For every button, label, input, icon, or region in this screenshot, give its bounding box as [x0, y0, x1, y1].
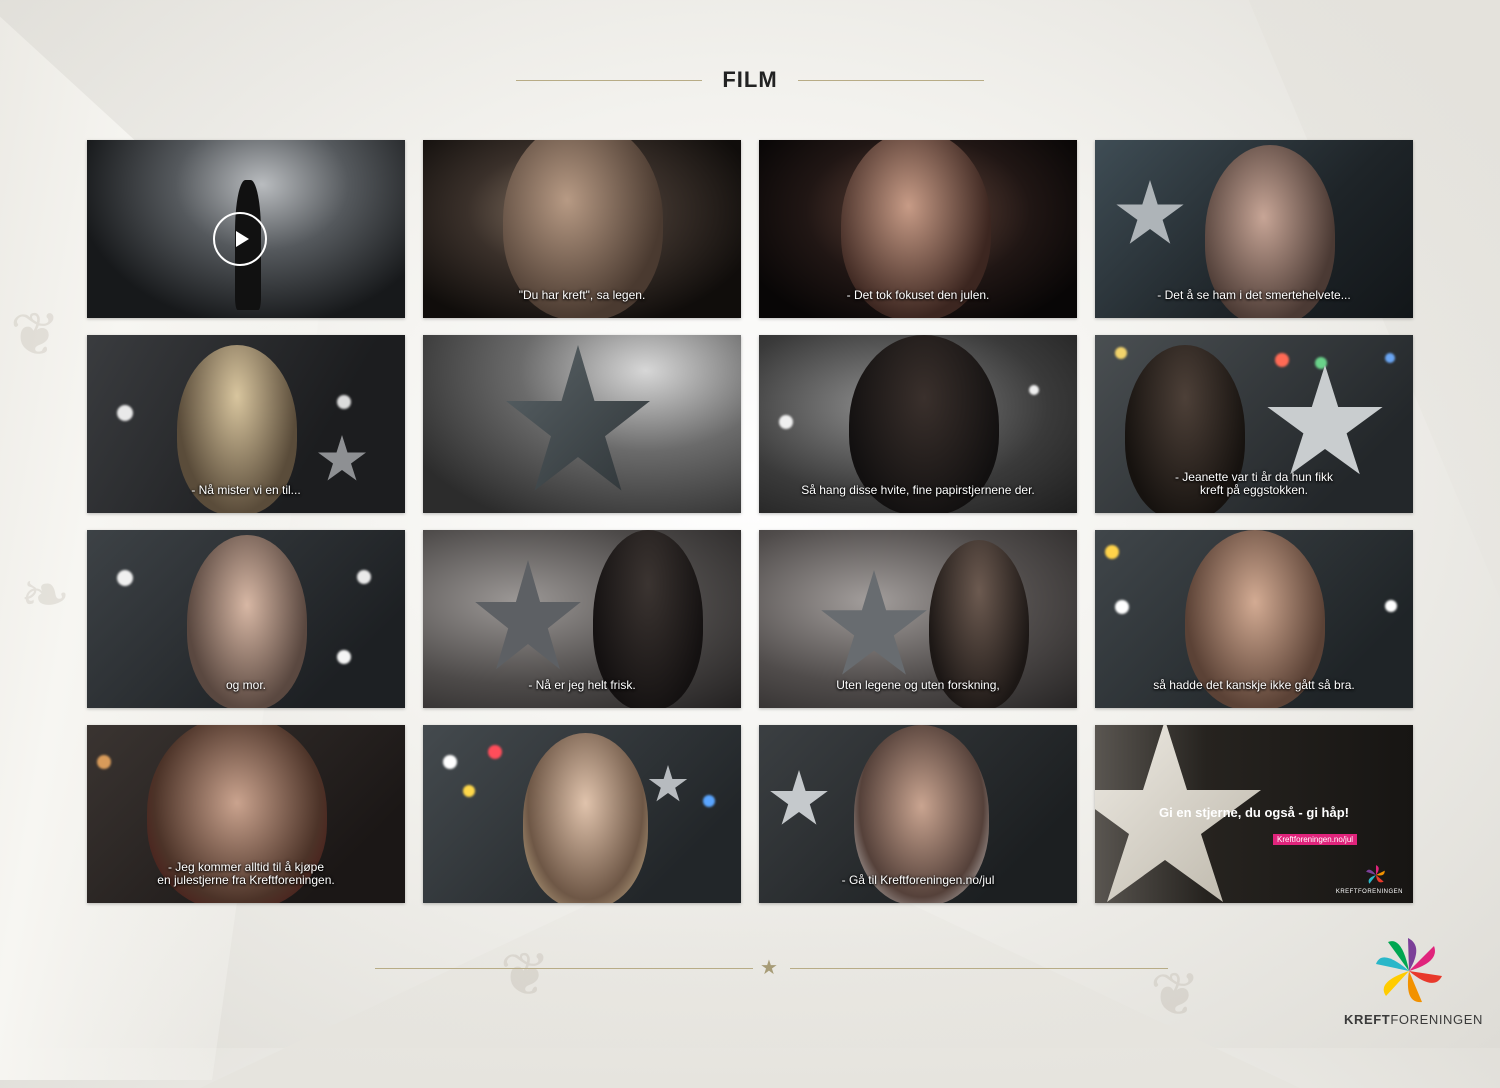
video-tile[interactable]: så hadde det kanskje ikke gått så bra. [1095, 530, 1413, 708]
bokeh-light [463, 785, 475, 797]
star-divider-icon: ★ [760, 957, 778, 979]
paper-star [318, 435, 366, 481]
video-tile[interactable]: - Det tok fokuset den julen. [759, 140, 1077, 318]
video-thumbnail [423, 725, 741, 903]
video-tile-endcard[interactable]: Gi en stjerne, du også - gi håp! Kreftfo… [1095, 725, 1413, 903]
video-tile[interactable]: "Du har kreft", sa legen. [423, 140, 741, 318]
heading-rule-left [516, 79, 703, 81]
film-grid: "Du har kreft", sa legen. - Det tok foku… [87, 140, 1414, 903]
ornament-swirl-icon: ❦ [500, 941, 551, 1008]
video-tile[interactable]: - Det å se ham i det smertehelvete... [1095, 140, 1413, 318]
endcard-url[interactable]: Kreftforeningen.no/jul [1273, 834, 1358, 845]
video-tile[interactable]: - Jeg kommer alltid til å kjøpe en jules… [87, 725, 405, 903]
video-caption: - Gå til Kreftforeningen.no/jul [841, 873, 995, 887]
video-caption: - Det å se ham i det smertehelvete... [1157, 288, 1351, 302]
video-caption: - Jeanette var ti år da hun fikk kreft p… [1174, 470, 1334, 497]
paper-star [506, 345, 650, 491]
video-tile[interactable]: - Jeanette var ti år da hun fikk kreft p… [1095, 335, 1413, 513]
paper-star [475, 560, 581, 670]
bokeh-light [703, 795, 715, 807]
bokeh-light [1029, 385, 1039, 395]
play-icon[interactable] [213, 212, 267, 266]
bokeh-light [337, 650, 351, 664]
heading-rule-right [797, 79, 984, 81]
paper-star [1116, 180, 1184, 244]
bokeh-light [1115, 347, 1127, 359]
video-thumbnail [423, 335, 741, 513]
video-caption: - Nå mister vi en til... [191, 483, 301, 497]
video-tile[interactable] [423, 725, 741, 903]
paper-star [1267, 365, 1383, 475]
face [523, 733, 648, 903]
video-caption: og mor. [225, 678, 267, 692]
video-tile[interactable] [87, 140, 405, 318]
endcard-title: Gi en stjerne, du også - gi håp! [1159, 805, 1349, 820]
bokeh-light [1385, 600, 1397, 612]
video-caption: så hadde det kanskje ikke gått så bra. [1153, 678, 1355, 692]
video-tile[interactable]: og mor. [87, 530, 405, 708]
paper-star [770, 770, 828, 825]
bokeh-light [443, 755, 457, 769]
ornament-swirl-icon: ❦ [1150, 961, 1201, 1028]
footer-rule-left [375, 968, 753, 969]
bokeh-light [488, 745, 502, 759]
bokeh-light [1275, 353, 1289, 367]
paper-star [648, 765, 688, 802]
bokeh-light [97, 755, 111, 769]
logo-wordmark: KREFTFORENINGEN [1344, 1012, 1482, 1027]
section-heading: FILM [0, 64, 1500, 96]
bokeh-light [337, 395, 351, 409]
video-caption: Uten legene og uten forskning, [836, 678, 1000, 692]
ornament-swirl-icon: ❧ [20, 561, 71, 628]
logo-wordmark-bold: KREFT [1344, 1012, 1391, 1027]
video-caption: "Du har kreft", sa legen. [518, 288, 646, 302]
video-tile[interactable]: Uten legene og uten forskning, [759, 530, 1077, 708]
video-caption: - Nå er jeg helt frisk. [528, 678, 636, 692]
bokeh-light [1385, 353, 1395, 363]
video-tile[interactable]: - Gå til Kreftforeningen.no/jul [759, 725, 1077, 903]
bokeh-light [779, 415, 793, 429]
bokeh-light [1115, 600, 1129, 614]
video-tile[interactable]: Så hang disse hvite, fine papirstjernene… [759, 335, 1077, 513]
video-tile[interactable]: - Nå mister vi en til... [87, 335, 405, 513]
video-tile[interactable] [423, 335, 741, 513]
kreftforeningen-logo[interactable]: KREFTFORENINGEN [1344, 936, 1482, 1030]
page-title: FILM [722, 67, 778, 92]
endcard-logo-text: KREFTFORENINGEN [1335, 889, 1403, 895]
ornament-swirl-icon: ❦ [10, 301, 61, 368]
logo-wordmark-regular: FORENINGEN [1390, 1012, 1484, 1027]
footer-rule-right [790, 968, 1168, 969]
bokeh-light [117, 570, 133, 586]
video-caption: - Det tok fokuset den julen. [846, 288, 990, 302]
video-tile[interactable]: - Nå er jeg helt frisk. [423, 530, 741, 708]
bokeh-light [117, 405, 133, 421]
kreftforeningen-flower-icon [1376, 938, 1442, 1003]
video-caption: - Jeg kommer alltid til å kjøpe en jules… [157, 860, 335, 887]
bokeh-light [357, 570, 371, 584]
kreftforeningen-logo-icon [1366, 865, 1385, 884]
bokeh-light [1105, 545, 1119, 559]
video-caption: Så hang disse hvite, fine papirstjernene… [801, 483, 1035, 497]
paper-star [821, 570, 927, 675]
